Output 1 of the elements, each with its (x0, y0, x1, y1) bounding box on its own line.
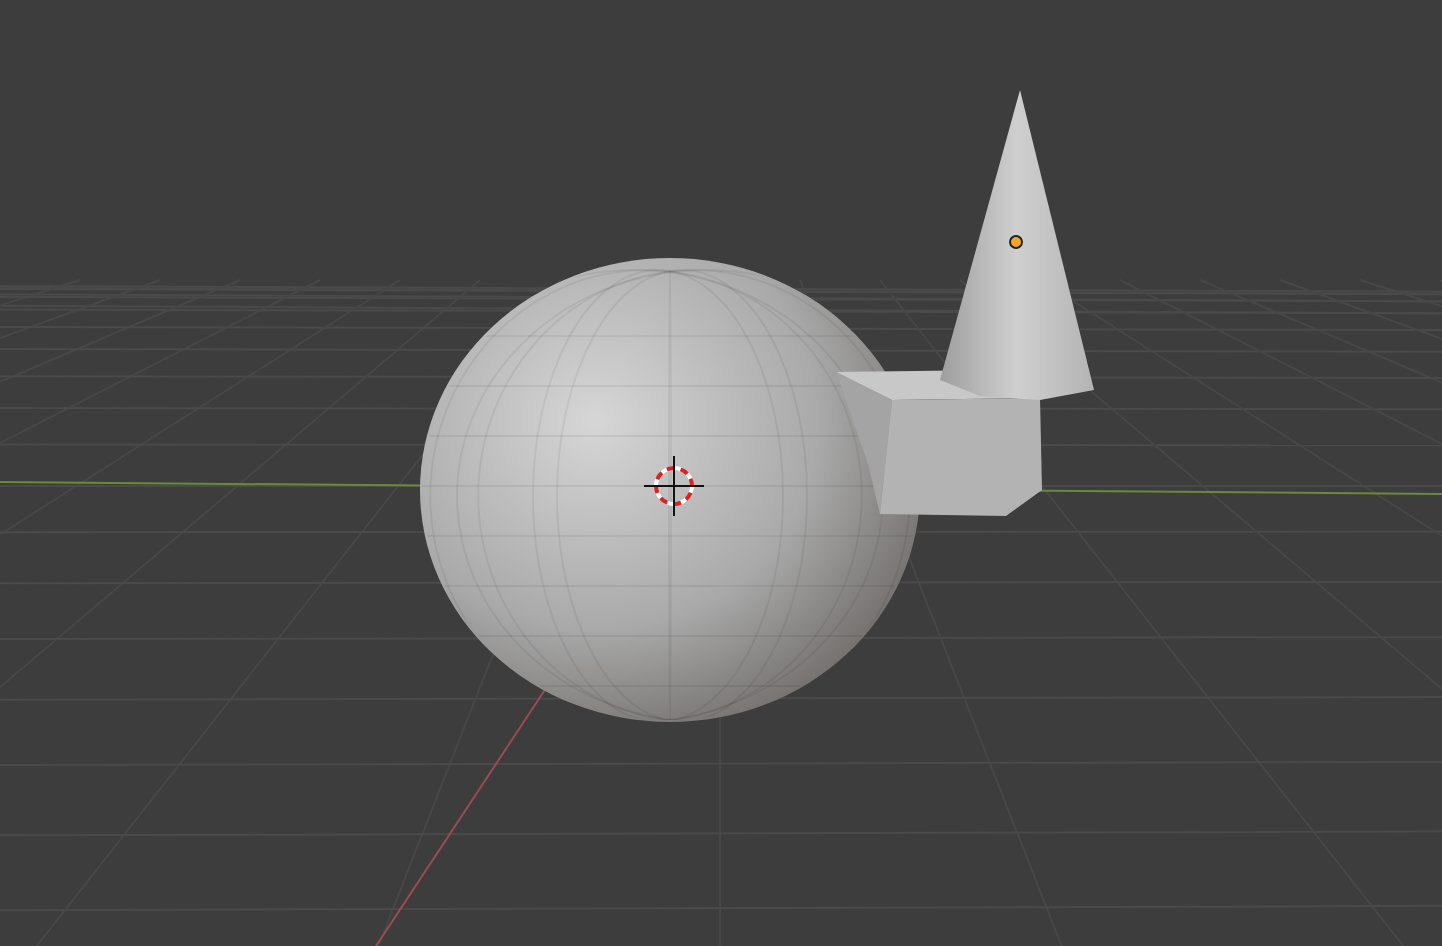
3d-cursor-icon (643, 455, 705, 517)
